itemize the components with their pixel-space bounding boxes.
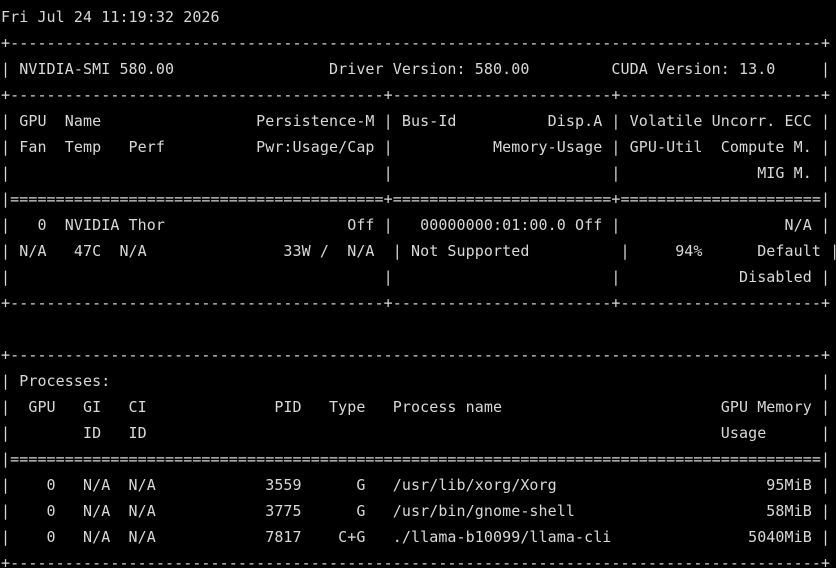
- processes-title: | Processes: |: [1, 372, 831, 390]
- process-row-xorg: | 0 N/A N/A 3559 G /usr/lib/xorg/Xorg 95…: [1, 476, 831, 494]
- terminal-output[interactable]: Fri Jul 24 11:19:32 2026 +--------------…: [0, 0, 836, 568]
- process-row-gnome-shell: | 0 N/A N/A 3775 G /usr/bin/gnome-shell …: [1, 502, 831, 520]
- table-header-separator: |=======================================…: [1, 190, 831, 208]
- process-border-bottom: +---------------------------------------…: [1, 554, 831, 568]
- process-column-header-1: | GPU GI CI PID Type Process name GPU Me…: [1, 398, 831, 416]
- header-version-line: | NVIDIA-SMI 580.00 Driver Version: 580.…: [1, 60, 831, 78]
- gpu-column-header-1: | GPU Name Persistence-M | Bus-Id Disp.A…: [1, 112, 831, 130]
- table-border: +---------------------------------------…: [1, 86, 831, 104]
- gpu-row-1: | 0 NVIDIA Thor Off | 00000000:01:00.0 O…: [1, 216, 831, 234]
- gpu-column-header-3: | | | MIG M. |: [1, 164, 831, 182]
- gpu-row-3: | | | Disabled |: [1, 268, 831, 286]
- process-border-top: +---------------------------------------…: [1, 346, 831, 364]
- table-border-top: +---------------------------------------…: [1, 34, 831, 52]
- gpu-row-2: | N/A 47C N/A 33W / N/A | Not Supported …: [1, 242, 836, 260]
- process-row-llama-cli: | 0 N/A N/A 7817 C+G ./llama-b10099/llam…: [1, 528, 831, 546]
- gpu-column-header-2: | Fan Temp Perf Pwr:Usage/Cap | Memory-U…: [1, 138, 831, 156]
- process-column-header-2: | ID ID Usage |: [1, 424, 831, 442]
- timestamp-line: Fri Jul 24 11:19:32 2026: [1, 8, 220, 26]
- table-border-bottom: +---------------------------------------…: [1, 294, 831, 312]
- process-header-separator: |=======================================…: [1, 450, 831, 468]
